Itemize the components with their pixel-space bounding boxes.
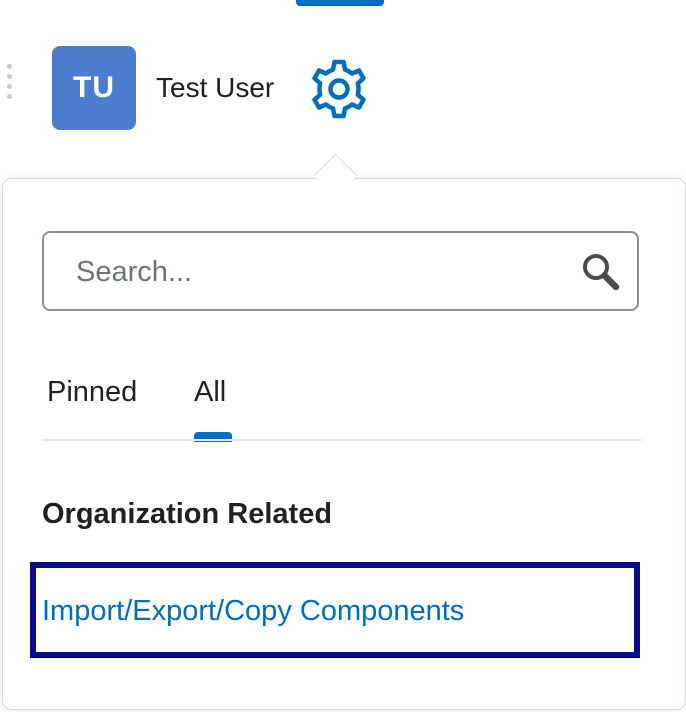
avatar[interactable]: TU (52, 46, 136, 130)
tab-list: Pinned All (42, 362, 642, 442)
search-input[interactable] (74, 249, 558, 295)
gear-icon[interactable] (306, 56, 372, 122)
user-name[interactable]: Test User (156, 70, 274, 106)
avatar-initials: TU (73, 71, 115, 104)
active-nav-indicator (296, 0, 384, 6)
search-box[interactable] (42, 231, 639, 311)
link-import-export-copy[interactable]: Import/Export/Copy Components (42, 592, 464, 630)
tab-all[interactable]: All (194, 372, 226, 412)
tab-pinned[interactable]: Pinned (47, 372, 137, 412)
section-heading: Organization Related (42, 498, 333, 530)
drag-handle-icon[interactable] (5, 64, 15, 112)
search-icon[interactable] (580, 251, 622, 293)
page: TU Test User Pinned All Organization Rel… (0, 0, 686, 712)
tabs-divider (42, 439, 642, 441)
